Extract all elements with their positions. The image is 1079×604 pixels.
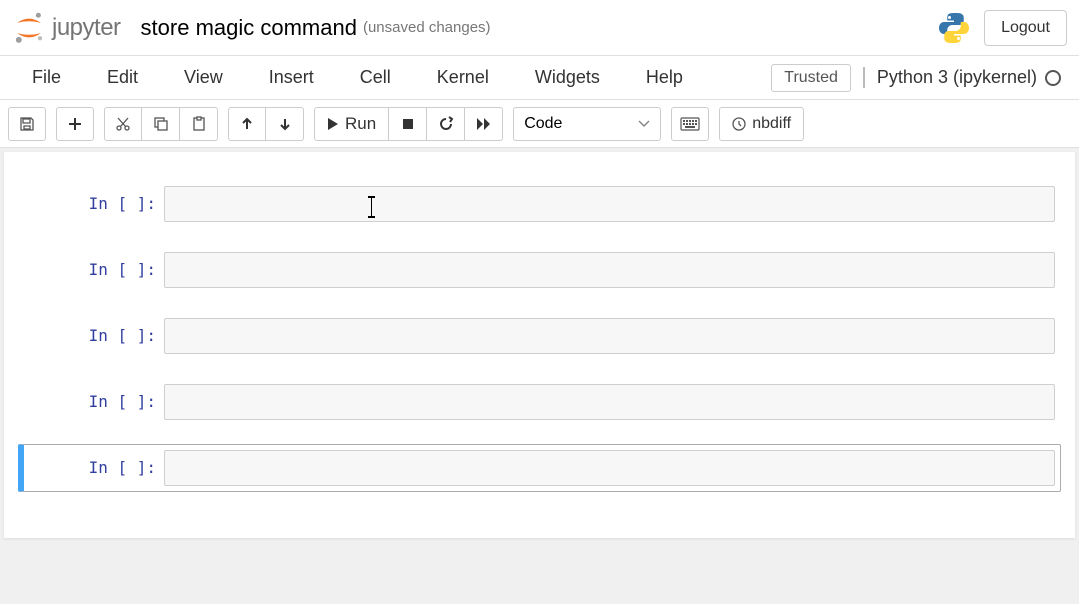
celltype-selected-label: Code (524, 115, 562, 133)
menu-file[interactable]: File (18, 61, 75, 94)
notebook-area: In [ ]: In [ ]: In [ ]: In [ ]: In [ ]: (0, 148, 1079, 604)
code-cell[interactable]: In [ ]: (18, 180, 1061, 228)
menu-insert[interactable]: Insert (255, 61, 328, 94)
trusted-button[interactable]: Trusted (771, 64, 851, 92)
input-prompt: In [ ]: (24, 252, 164, 288)
stop-icon (402, 118, 414, 130)
copy-button[interactable] (142, 107, 180, 141)
run-button[interactable]: Run (314, 107, 389, 141)
menu-widgets[interactable]: Widgets (521, 61, 614, 94)
logout-button[interactable]: Logout (984, 10, 1067, 46)
menu-help[interactable]: Help (632, 61, 697, 94)
toolbar: Run Code nbdiff (0, 100, 1079, 148)
save-status: (unsaved changes) (363, 19, 491, 36)
move-cell-up-button[interactable] (228, 107, 266, 141)
menu-edit[interactable]: Edit (93, 61, 152, 94)
keyboard-icon (680, 117, 700, 131)
code-cell[interactable]: In [ ]: (18, 444, 1061, 492)
menu-kernel[interactable]: Kernel (423, 61, 503, 94)
interrupt-button[interactable] (389, 107, 427, 141)
kernel-status-icon (1045, 70, 1061, 86)
nbdiff-button[interactable]: nbdiff (719, 107, 804, 141)
cell-input-area[interactable] (164, 252, 1055, 288)
jupyter-logo-wrap[interactable]: jupyter (12, 11, 121, 45)
scissors-icon (115, 116, 131, 132)
restart-button[interactable] (427, 107, 465, 141)
nbdiff-label: nbdiff (752, 115, 791, 133)
restart-run-all-button[interactable] (465, 107, 503, 141)
fast-forward-icon (476, 117, 492, 131)
menu-view[interactable]: View (170, 61, 237, 94)
notebook-container: In [ ]: In [ ]: In [ ]: In [ ]: In [ ]: (4, 152, 1075, 538)
cell-input-area[interactable] (164, 186, 1055, 222)
cell-input-area[interactable] (164, 450, 1055, 486)
arrow-down-icon (278, 117, 292, 131)
play-icon (327, 117, 339, 131)
command-palette-button[interactable] (671, 107, 709, 141)
text-cursor-icon (371, 198, 372, 216)
cut-button[interactable] (104, 107, 142, 141)
copy-icon (153, 116, 169, 132)
input-prompt: In [ ]: (24, 186, 164, 222)
clock-icon (732, 117, 746, 131)
celltype-select[interactable]: Code (513, 107, 661, 141)
code-cell[interactable]: In [ ]: (18, 312, 1061, 360)
move-cell-down-button[interactable] (266, 107, 304, 141)
run-button-label: Run (345, 114, 376, 134)
python-logo-icon (936, 10, 972, 46)
code-cell[interactable]: In [ ]: (18, 378, 1061, 426)
chevron-down-icon (638, 120, 650, 128)
insert-cell-below-button[interactable] (56, 107, 94, 141)
input-prompt: In [ ]: (24, 384, 164, 420)
restart-icon (438, 116, 454, 132)
kernel-name[interactable]: Python 3 (ipykernel) (877, 67, 1037, 88)
save-icon (19, 116, 35, 132)
menubar: File Edit View Insert Cell Kernel Widget… (0, 56, 1079, 100)
save-button[interactable] (8, 107, 46, 141)
plus-icon (68, 117, 82, 131)
jupyter-logo-icon (12, 11, 46, 45)
code-cell[interactable]: In [ ]: (18, 246, 1061, 294)
cell-input-area[interactable] (164, 384, 1055, 420)
paste-button[interactable] (180, 107, 218, 141)
menu-cell[interactable]: Cell (346, 61, 405, 94)
input-prompt: In [ ]: (24, 318, 164, 354)
paste-icon (191, 116, 207, 132)
header: jupyter store magic command (unsaved cha… (0, 0, 1079, 56)
arrow-up-icon (240, 117, 254, 131)
notebook-title[interactable]: store magic command (141, 15, 357, 41)
jupyter-logo-text: jupyter (52, 14, 121, 42)
cell-input-area[interactable] (164, 318, 1055, 354)
kernel-indicator: Python 3 (ipykernel) (863, 67, 1061, 88)
input-prompt: In [ ]: (24, 450, 164, 486)
